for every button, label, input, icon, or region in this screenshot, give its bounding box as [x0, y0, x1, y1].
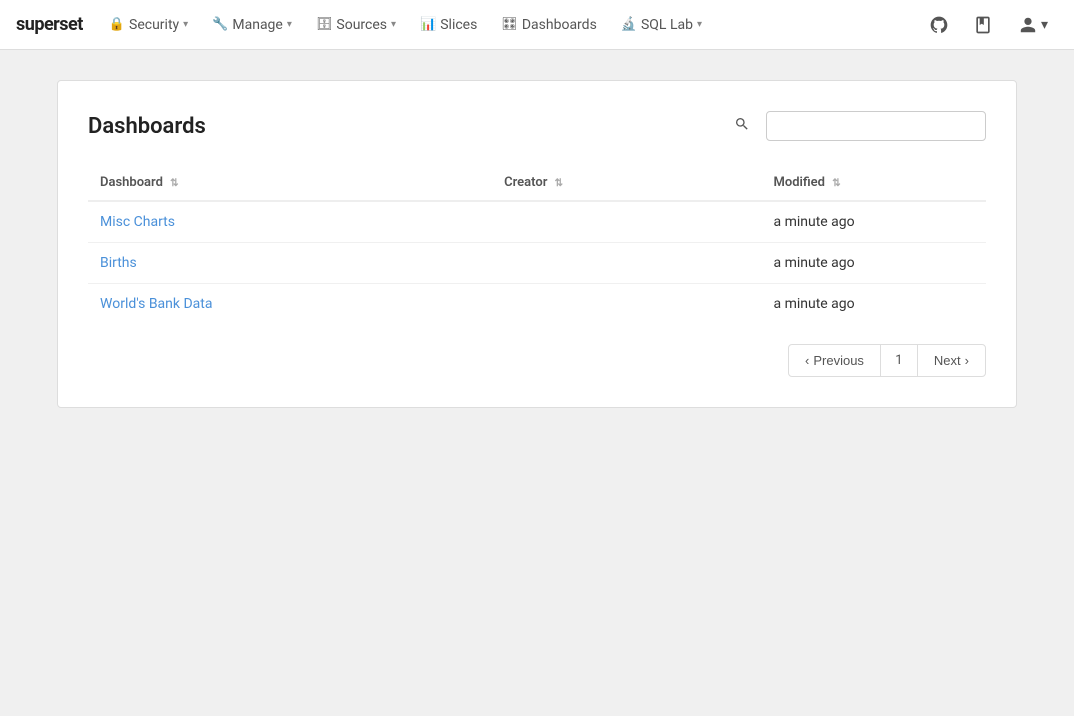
chevron-down-icon: ▾	[183, 19, 188, 30]
cell-dashboard: World's Bank Data	[88, 284, 492, 325]
nav-right: ▾	[921, 7, 1058, 43]
nav-item-manage[interactable]: 🔧 Manage ▾	[202, 11, 302, 39]
table-header: Dashboard ⇅ Creator ⇅ Modified ⇅	[88, 165, 986, 201]
sources-icon: 🗄	[316, 17, 333, 32]
table-row: World's Bank Data a minute ago	[88, 284, 986, 325]
sort-icon-creator: ⇅	[555, 178, 563, 189]
nav-item-sources[interactable]: 🗄 Sources ▾	[306, 11, 406, 39]
nav-label-security: Security	[129, 17, 179, 33]
cell-modified: a minute ago	[761, 284, 986, 325]
col-label-modified: Modified	[773, 175, 825, 190]
search-icon-btn[interactable]	[730, 112, 754, 140]
cell-creator	[492, 201, 761, 243]
pagination: ‹ Previous 1 Next ›	[88, 344, 986, 377]
nav-item-dashboards[interactable]: 🎛 Dashboards	[491, 11, 606, 39]
previous-label: Previous	[813, 353, 864, 368]
search-input[interactable]	[766, 111, 986, 141]
main-content: Dashboards Dashboard ⇅ Creator ⇅	[0, 50, 1074, 438]
dashboard-link[interactable]: Births	[100, 255, 137, 271]
nav-label-sources: Sources	[336, 17, 387, 33]
col-label-dashboard: Dashboard	[100, 175, 163, 190]
col-header-dashboard[interactable]: Dashboard ⇅	[88, 165, 492, 201]
next-chevron-icon: ›	[965, 353, 969, 368]
page-header: Dashboards	[88, 111, 986, 141]
user-icon	[1019, 16, 1037, 34]
table-header-row: Dashboard ⇅ Creator ⇅ Modified ⇅	[88, 165, 986, 201]
nav-label-manage: Manage	[232, 17, 282, 33]
nav-item-sqllab[interactable]: 🔬 SQL Lab ▾	[611, 11, 712, 39]
prev-chevron-icon: ‹	[805, 353, 809, 368]
docs-icon-btn[interactable]	[965, 7, 1001, 43]
cell-dashboard: Misc Charts	[88, 201, 492, 243]
brand-logo[interactable]: superset	[16, 14, 83, 35]
nav-item-security[interactable]: 🔒 Security ▾	[99, 11, 198, 39]
security-icon: 🔒	[109, 17, 125, 32]
cell-modified: a minute ago	[761, 201, 986, 243]
page-number: 1	[881, 344, 917, 377]
cell-modified: a minute ago	[761, 243, 986, 284]
dashboards-card: Dashboards Dashboard ⇅ Creator ⇅	[57, 80, 1017, 408]
github-icon-btn[interactable]	[921, 7, 957, 43]
navbar: superset 🔒 Security ▾ 🔧 Manage ▾ 🗄 Sourc…	[0, 0, 1074, 50]
user-chevron-icon: ▾	[1041, 17, 1048, 33]
next-label: Next	[934, 353, 961, 368]
dashboard-link[interactable]: World's Bank Data	[100, 296, 212, 312]
chevron-down-icon: ▾	[697, 19, 702, 30]
col-label-creator: Creator	[504, 175, 547, 190]
manage-icon: 🔧	[212, 17, 228, 32]
table-body: Misc Charts a minute ago Births a minute ag…	[88, 201, 986, 324]
nav-label-dashboards: Dashboards	[522, 17, 597, 33]
col-header-creator[interactable]: Creator ⇅	[492, 165, 761, 201]
nav-item-slices[interactable]: 📊 Slices	[410, 11, 487, 39]
book-icon	[973, 15, 993, 35]
sqllab-icon: 🔬	[621, 17, 637, 32]
dashboard-link[interactable]: Misc Charts	[100, 214, 175, 230]
cell-creator	[492, 284, 761, 325]
cell-dashboard: Births	[88, 243, 492, 284]
previous-button[interactable]: ‹ Previous	[788, 344, 881, 377]
cell-creator	[492, 243, 761, 284]
nav-label-sqllab: SQL Lab	[641, 17, 693, 33]
table-row: Misc Charts a minute ago	[88, 201, 986, 243]
next-button[interactable]: Next ›	[917, 344, 986, 377]
dashboards-icon: 🎛	[501, 17, 518, 32]
col-header-modified[interactable]: Modified ⇅	[761, 165, 986, 201]
search-icon	[734, 116, 750, 132]
user-menu[interactable]: ▾	[1009, 10, 1058, 40]
chevron-down-icon: ▾	[287, 19, 292, 30]
dashboards-table: Dashboard ⇅ Creator ⇅ Modified ⇅ Misc Ch…	[88, 165, 986, 324]
slices-icon: 📊	[420, 17, 436, 32]
sort-icon-dashboard: ⇅	[170, 178, 178, 189]
github-icon	[929, 15, 949, 35]
chevron-down-icon: ▾	[391, 19, 396, 30]
nav-label-slices: Slices	[440, 17, 477, 33]
table-row: Births a minute ago	[88, 243, 986, 284]
page-title: Dashboards	[88, 114, 718, 139]
sort-icon-modified: ⇅	[832, 178, 840, 189]
